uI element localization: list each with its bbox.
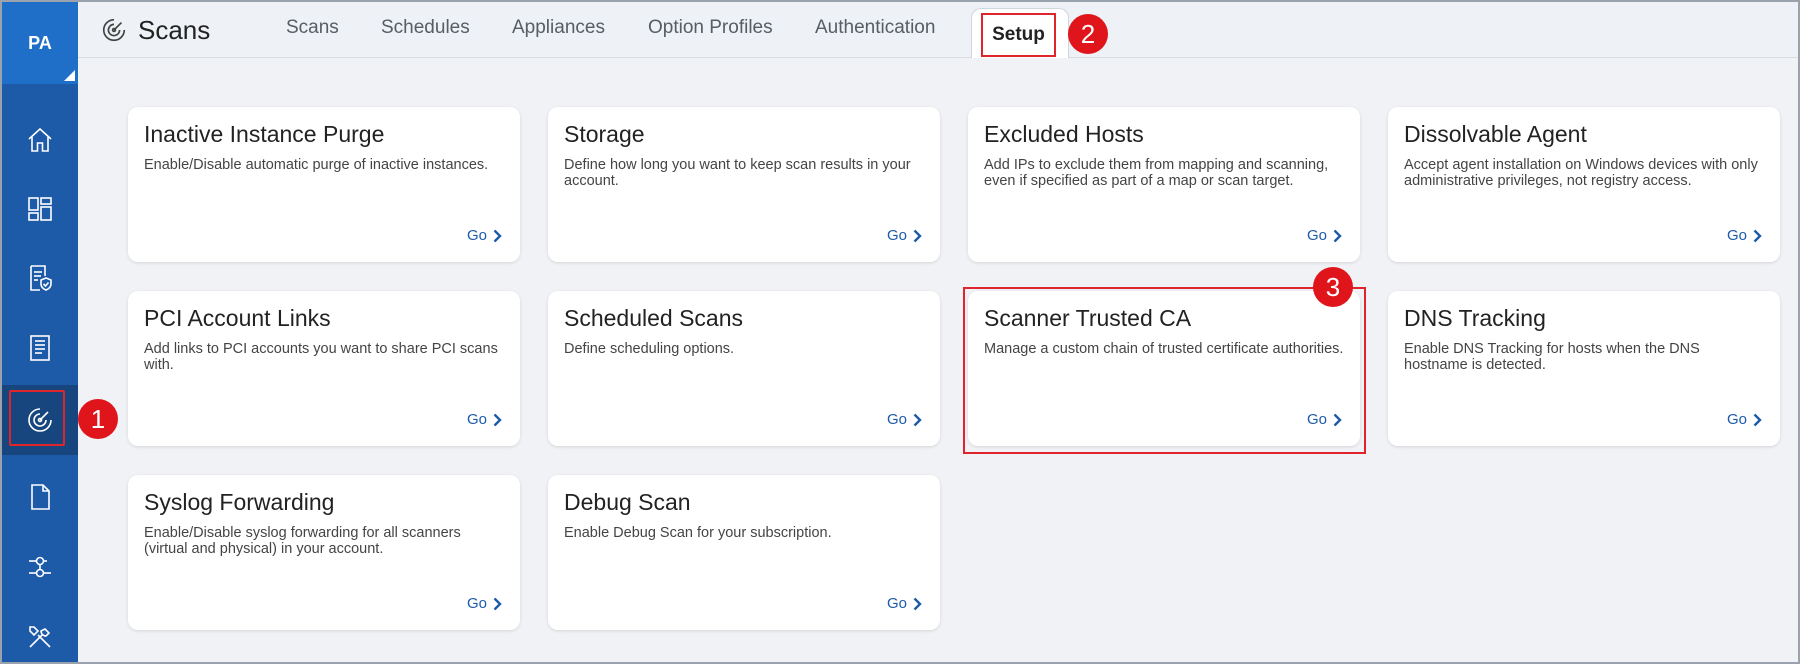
- step-3-badge: 3: [1313, 267, 1353, 307]
- document-icon: [31, 484, 50, 510]
- go-label: Go: [1726, 227, 1747, 244]
- sidebar-item-tools[interactable]: [2, 602, 78, 664]
- go-link[interactable]: Go: [887, 227, 922, 244]
- policy-shield-icon: [30, 265, 52, 291]
- card-excluded-hosts: Excluded Hosts Add IPs to exclude them f…: [968, 107, 1360, 262]
- go-link[interactable]: Go: [1727, 411, 1762, 428]
- card-description: Enable DNS Tracking for hosts when the D…: [1404, 341, 1700, 373]
- chevron-right-icon: [1333, 229, 1342, 242]
- page-title: Scans: [138, 14, 211, 45]
- sidebar-item-home[interactable]: [2, 105, 78, 175]
- sidebar-item-policy[interactable]: [2, 243, 78, 313]
- card-scheduled-scans: Scheduled Scans Define scheduling option…: [548, 291, 940, 446]
- sidebar-item-reports[interactable]: [2, 313, 78, 383]
- card-scanner-trusted-ca: Scanner Trusted CA Manage a custom chain…: [968, 291, 1360, 446]
- go-link[interactable]: Go: [1727, 227, 1762, 244]
- report-icon: [30, 335, 50, 361]
- go-link[interactable]: Go: [467, 595, 502, 612]
- card-pci-account-links: PCI Account Links Add links to PCI accou…: [128, 291, 520, 446]
- card-title: PCI Account Links: [144, 305, 331, 331]
- step-2-badge: 2: [1068, 14, 1108, 54]
- go-link[interactable]: Go: [1307, 411, 1342, 428]
- tab-scans[interactable]: Scans: [286, 0, 339, 56]
- step-1-badge: 1: [78, 399, 118, 439]
- chevron-right-icon: [493, 413, 502, 426]
- card-description: Enable Debug Scan for your subscription.: [564, 525, 832, 541]
- chevron-right-icon: [493, 597, 502, 610]
- card-title: Scanner Trusted CA: [984, 305, 1192, 331]
- go-label: Go: [886, 411, 907, 428]
- card-inactive-instance-purge: Inactive Instance Purge Enable/Disable a…: [128, 107, 520, 262]
- go-link[interactable]: Go: [467, 227, 502, 244]
- go-label: Go: [886, 595, 907, 612]
- card-description: Define how long you want to keep scan re…: [564, 157, 911, 189]
- connectors-icon: [29, 556, 51, 578]
- chevron-right-icon: [913, 229, 922, 242]
- card-title: Storage: [564, 121, 645, 147]
- tab-setup[interactable]: Setup: [981, 13, 1056, 57]
- card-description: Add links to PCI accounts you want to sh…: [144, 341, 498, 373]
- go-label: Go: [1726, 411, 1747, 428]
- go-link[interactable]: Go: [887, 595, 922, 612]
- card-description: Enable/Disable automatic purge of inacti…: [144, 157, 489, 173]
- card-syslog-forwarding: Syslog Forwarding Enable/Disable syslog …: [128, 475, 520, 630]
- app-title: Scans: [100, 12, 210, 48]
- card-title: DNS Tracking: [1404, 305, 1546, 331]
- chevron-right-icon: [493, 229, 502, 242]
- card-title: Inactive Instance Purge: [144, 121, 385, 147]
- tab-authentication[interactable]: Authentication: [815, 0, 935, 56]
- card-title: Excluded Hosts: [984, 121, 1144, 147]
- card-description: Add IPs to exclude them from mapping and…: [984, 157, 1329, 189]
- card-description: Manage a custom chain of trusted certifi…: [984, 341, 1344, 357]
- tab-schedules[interactable]: Schedules: [381, 0, 470, 56]
- go-link[interactable]: Go: [467, 411, 502, 428]
- tab-appliances[interactable]: Appliances: [512, 0, 605, 56]
- go-label: Go: [886, 227, 907, 244]
- dashboard-icon: [28, 197, 52, 221]
- go-label: Go: [466, 227, 487, 244]
- chevron-right-icon: [913, 413, 922, 426]
- card-title: Scheduled Scans: [564, 305, 744, 331]
- chevron-right-icon: [1333, 413, 1342, 426]
- card-storage: Storage Define how long you want to keep…: [548, 107, 940, 262]
- sidebar-item-documents[interactable]: [2, 462, 78, 532]
- go-link[interactable]: Go: [1307, 227, 1342, 244]
- card-title: Syslog Forwarding: [144, 489, 335, 515]
- card-dissolvable-agent: Dissolvable Agent Accept agent installat…: [1388, 107, 1780, 262]
- chevron-right-icon: [913, 597, 922, 610]
- avatar-menu-corner-icon: [64, 70, 75, 81]
- card-description: Define scheduling options.: [564, 341, 735, 357]
- step-1-highlight: [9, 390, 65, 446]
- card-title: Debug Scan: [564, 489, 691, 515]
- chevron-right-icon: [1753, 229, 1762, 242]
- sidebar: PA: [2, 2, 78, 662]
- tools-icon: [29, 626, 51, 648]
- avatar-initials: PA: [28, 32, 52, 53]
- sidebar-item-dashboard[interactable]: [2, 174, 78, 244]
- go-label: Go: [466, 595, 487, 612]
- avatar[interactable]: PA: [2, 2, 78, 84]
- card-debug-scan: Debug Scan Enable Debug Scan for your su…: [548, 475, 940, 630]
- sidebar-item-connectors[interactable]: [2, 532, 78, 602]
- go-label: Go: [1306, 411, 1327, 428]
- go-label: Go: [1306, 227, 1327, 244]
- tab-option-profiles[interactable]: Option Profiles: [648, 0, 773, 56]
- home-icon: [28, 127, 52, 152]
- card-description: Enable/Disable syslog forwarding for all…: [144, 525, 461, 557]
- card-description: Accept agent installation on Windows dev…: [1404, 157, 1758, 189]
- card-dns-tracking: DNS Tracking Enable DNS Tracking for hos…: [1388, 291, 1780, 446]
- scans-radar-icon: [102, 18, 126, 42]
- card-title: Dissolvable Agent: [1404, 121, 1587, 147]
- go-label: Go: [466, 411, 487, 428]
- go-link[interactable]: Go: [887, 411, 922, 428]
- chevron-right-icon: [1753, 413, 1762, 426]
